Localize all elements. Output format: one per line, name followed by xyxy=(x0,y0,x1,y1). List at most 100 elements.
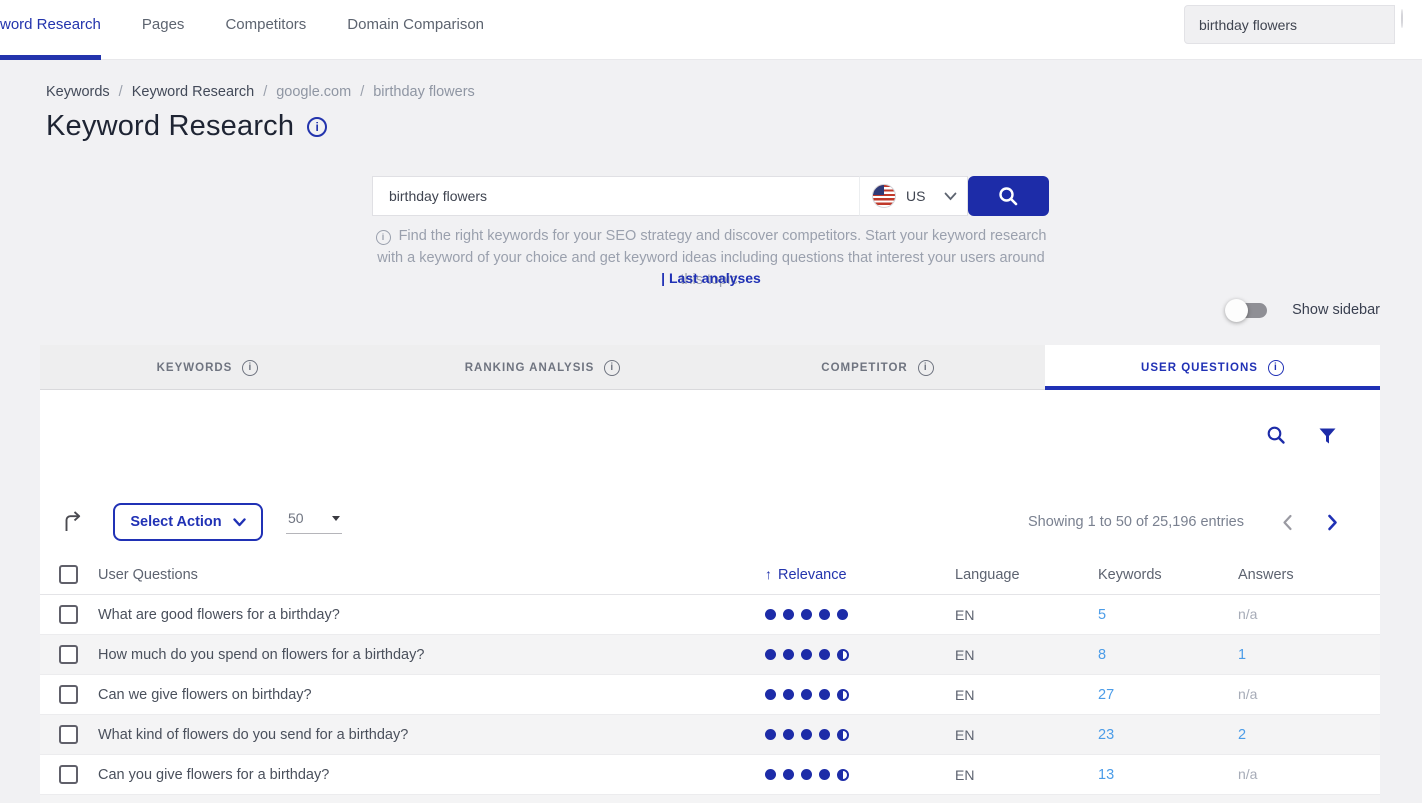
tab-info-icon[interactable]: i xyxy=(1268,360,1284,376)
table-search-button[interactable] xyxy=(1266,425,1287,446)
show-sidebar-label: Show sidebar xyxy=(1292,302,1380,318)
relevance-dots xyxy=(765,609,955,620)
tab-info-icon[interactable]: i xyxy=(918,360,934,376)
select-action-label: Select Action xyxy=(130,514,221,530)
relevance-dot xyxy=(783,609,794,620)
chevron-down-icon xyxy=(944,192,957,201)
relevance-dot xyxy=(837,689,849,701)
breadcrumb-separator: / xyxy=(119,84,123,100)
tab-keywords[interactable]: KEYWORDS i xyxy=(40,345,375,390)
column-header-user-questions[interactable]: User Questions xyxy=(98,567,765,583)
page-size-value: 50 xyxy=(288,510,304,526)
show-sidebar-toggle[interactable] xyxy=(1227,303,1267,318)
tab-user-questions-label: USER QUESTIONS xyxy=(1141,362,1258,374)
last-analyses-link[interactable]: | Last analyses xyxy=(0,270,1422,286)
table-row: How much do you spend on flowers for a b… xyxy=(40,635,1380,675)
breadcrumb-separator: / xyxy=(263,84,267,100)
keywords-count-link[interactable]: 5 xyxy=(1098,607,1106,623)
relevance-dot xyxy=(819,729,830,740)
search-icon xyxy=(997,185,1020,208)
question-text: How much do you spend on flowers for a b… xyxy=(98,647,765,663)
select-all-checkbox[interactable] xyxy=(59,565,78,584)
column-header-keywords[interactable]: Keywords xyxy=(1098,567,1238,583)
breadcrumb-domain[interactable]: google.com xyxy=(276,84,351,100)
country-select[interactable]: US xyxy=(860,176,968,216)
table-row: Can we give flowers on birthday? EN 27 n… xyxy=(40,675,1380,715)
row-checkbox[interactable] xyxy=(59,645,78,664)
user-questions-table: User Questions ↑Relevance Language Keywo… xyxy=(40,555,1380,803)
us-flag-icon-graphic xyxy=(1401,9,1403,28)
chevron-down-icon xyxy=(233,518,246,527)
question-text: Can you give flowers for a birthday? xyxy=(98,767,765,783)
top-navigation-bar: word Research Pages Competitors Domain C… xyxy=(0,0,1422,60)
table-row: Can you give flowers for a birthday? EN … xyxy=(40,755,1380,795)
keywords-count-link[interactable]: 23 xyxy=(1098,727,1114,743)
breadcrumb-keyword: birthday flowers xyxy=(373,84,475,100)
relevance-dot xyxy=(783,729,794,740)
column-header-answers[interactable]: Answers xyxy=(1238,567,1380,583)
tab-user-questions[interactable]: USER QUESTIONS i xyxy=(1045,345,1380,390)
nav-search-input[interactable]: birthday flowers xyxy=(1184,5,1395,44)
title-info-icon[interactable]: i xyxy=(307,117,327,137)
language-value: EN xyxy=(955,767,1098,783)
row-checkbox[interactable] xyxy=(59,685,78,704)
keywords-count-link[interactable]: 27 xyxy=(1098,687,1114,703)
pagination-next-button[interactable] xyxy=(1327,514,1338,531)
nav-items: word Research Pages Competitors Domain C… xyxy=(0,0,484,48)
page-size-select[interactable]: 50 xyxy=(286,510,342,534)
export-arrow-icon xyxy=(62,511,85,533)
language-value: EN xyxy=(955,607,1098,623)
breadcrumb-keywords[interactable]: Keywords xyxy=(46,84,110,100)
question-text: What are good flowers for a birthday? xyxy=(98,607,765,623)
search-button[interactable] xyxy=(968,176,1049,216)
tab-info-icon[interactable]: i xyxy=(604,360,620,376)
keywords-count-link[interactable]: 13 xyxy=(1098,767,1114,783)
breadcrumb: Keywords / Keyword Research / google.com… xyxy=(46,84,475,100)
tab-competitor-label: COMPETITOR xyxy=(821,362,907,374)
tab-info-icon[interactable]: i xyxy=(242,360,258,376)
keyword-search-input[interactable]: birthday flowers xyxy=(372,176,860,216)
tab-ranking-analysis[interactable]: RANKING ANALYSIS i xyxy=(375,345,710,390)
us-flag-icon[interactable] xyxy=(1401,10,1403,28)
relevance-dot xyxy=(801,689,812,700)
pagination-prev-button[interactable] xyxy=(1282,514,1293,531)
nav-item-domain-comparison[interactable]: Domain Comparison xyxy=(347,16,484,33)
column-header-relevance[interactable]: ↑Relevance xyxy=(765,566,955,583)
answers-value[interactable]: 1 xyxy=(1238,647,1246,663)
breadcrumb-separator: / xyxy=(360,84,364,100)
relevance-dot xyxy=(801,729,812,740)
relevance-dot xyxy=(765,769,776,780)
export-button[interactable] xyxy=(62,511,85,533)
relevance-dot xyxy=(837,729,849,741)
table-row: What kind of flowers do you send for a b… xyxy=(40,715,1380,755)
row-checkbox[interactable] xyxy=(59,725,78,744)
question-text: What kind of flowers do you send for a b… xyxy=(98,727,765,743)
language-value: EN xyxy=(955,647,1098,663)
row-checkbox[interactable] xyxy=(59,765,78,784)
us-flag-icon xyxy=(872,184,896,208)
table-tools xyxy=(1266,425,1336,446)
page-title-row: Keyword Research i xyxy=(46,110,327,143)
nav-item-pages[interactable]: Pages xyxy=(142,16,185,33)
relevance-dot xyxy=(765,689,776,700)
relevance-dot xyxy=(837,609,848,620)
active-nav-underline xyxy=(0,55,101,60)
row-checkbox[interactable] xyxy=(59,605,78,624)
breadcrumb-keyword-research[interactable]: Keyword Research xyxy=(132,84,255,100)
relevance-dots xyxy=(765,649,955,661)
answers-value[interactable]: 2 xyxy=(1238,727,1246,743)
tab-competitor[interactable]: COMPETITOR i xyxy=(710,345,1045,390)
relevance-dot xyxy=(783,649,794,660)
select-action-button[interactable]: Select Action xyxy=(113,503,263,541)
sidebar-toggle-row: Show sidebar xyxy=(1227,302,1380,318)
column-header-language[interactable]: Language xyxy=(955,567,1098,583)
nav-item-keyword-research[interactable]: word Research xyxy=(0,16,101,33)
table-filter-button[interactable] xyxy=(1319,428,1336,444)
keywords-count-link[interactable]: 8 xyxy=(1098,647,1106,663)
answers-value: n/a xyxy=(1238,766,1257,782)
table-body: What are good flowers for a birthday? EN… xyxy=(40,595,1380,795)
answers-value: n/a xyxy=(1238,606,1257,622)
filter-icon xyxy=(1319,428,1336,444)
toggle-knob xyxy=(1225,299,1248,322)
nav-item-competitors[interactable]: Competitors xyxy=(225,16,306,33)
